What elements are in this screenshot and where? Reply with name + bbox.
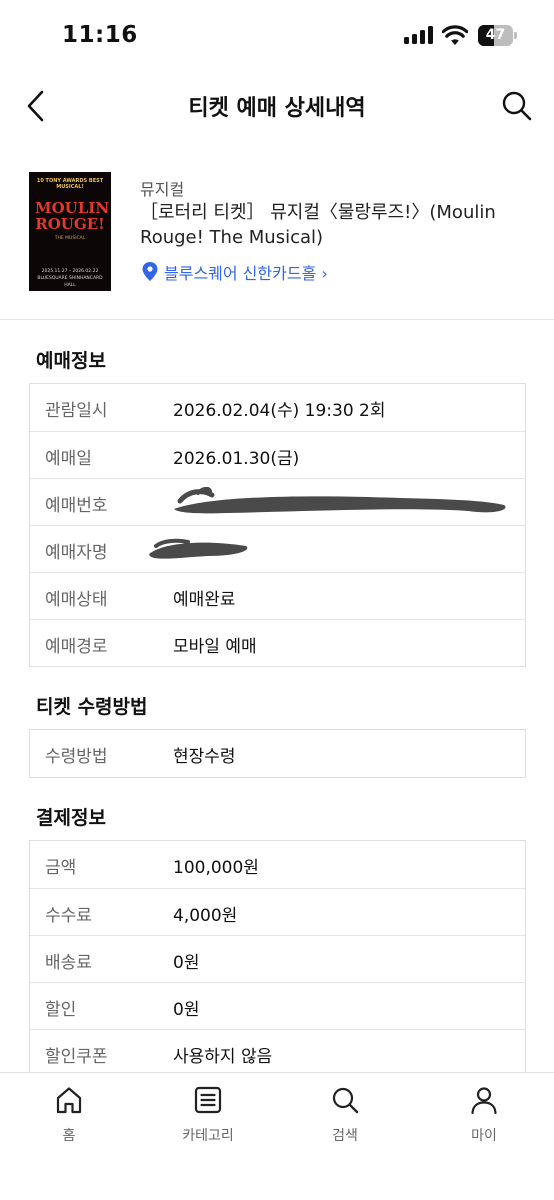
page-title: 티켓 예매 상세내역 — [188, 96, 366, 121]
row-value: 4,000원 — [173, 906, 238, 926]
table-row: 할인쿠폰 사용하지 않음 — [30, 1029, 525, 1076]
table-row: 배송료 0원 — [30, 935, 525, 982]
table-row: 수수료 4,000원 — [30, 888, 525, 935]
table-row: 예매상태 예매완료 — [30, 572, 525, 619]
row-value: 모바일 예매 — [173, 637, 257, 657]
table-row: 수령방법 현장수령 — [30, 730, 525, 777]
person-icon — [471, 1087, 497, 1115]
row-label: 금액 — [45, 858, 77, 878]
poster-logo: MOULIN ROUGE! — [35, 199, 110, 233]
poster-subtitle: THE MUSICAL — [54, 236, 86, 241]
table-row: 금액 100,000원 — [30, 841, 525, 888]
search-icon — [332, 1087, 359, 1114]
row-value: 100,000원 — [173, 858, 259, 878]
product-summary: 10 TONY AWARDS BEST MUSICAL! MOULIN ROUG… — [0, 162, 554, 320]
row-value: 2026.02.04(수) 19:30 2회 — [173, 401, 386, 421]
nav-item-search[interactable]: 검색 — [300, 1085, 390, 1155]
row-label: 관람일시 — [45, 401, 108, 421]
redaction-scribble — [174, 487, 506, 514]
status-bar: 11:16 47 — [0, 0, 554, 72]
row-label: 예매일 — [45, 449, 92, 469]
cellular-signal-icon — [404, 26, 434, 44]
booking-info-title: 예매정보 — [36, 350, 106, 372]
battery-percent: 47 — [485, 27, 506, 43]
row-label: 예매상태 — [45, 590, 108, 610]
category-list-icon — [194, 1086, 222, 1114]
row-value: 0원 — [173, 1000, 200, 1020]
row-label: 할인 — [45, 1000, 77, 1020]
pickup-method-table: 수령방법 현장수령 — [29, 729, 526, 778]
row-value: 현장수령 — [173, 747, 236, 767]
table-row: 예매경로 모바일 예매 — [30, 619, 525, 666]
table-row: 할인 0원 — [30, 982, 525, 1029]
table-row: 예매번호 — [30, 478, 525, 525]
poster-bottom-text: 2025.11.27 – 2026.02.22 BLUESQUARE SHINH… — [37, 269, 103, 288]
location-pin-icon — [142, 262, 158, 281]
table-row: 관람일시 2026.02.04(수) 19:30 2회 — [30, 384, 525, 431]
row-label: 할인쿠폰 — [45, 1047, 108, 1067]
wifi-icon — [442, 25, 468, 45]
row-label: 예매경로 — [45, 637, 108, 657]
home-icon — [56, 1087, 82, 1114]
nav-item-category[interactable]: 카테고리 — [163, 1085, 253, 1155]
product-genre: 뮤지컬 — [140, 180, 185, 199]
nav-label: 카테고리 — [182, 1128, 234, 1144]
status-time: 11:16 — [62, 22, 138, 48]
search-button[interactable] — [500, 89, 534, 123]
row-value: 사용하지 않음 — [173, 1047, 273, 1067]
row-value: 2026.01.30(금) — [173, 449, 300, 469]
product-title: ［로터리 티켓］ 뮤지컬〈물랑루즈!〉(Moulin Rouge! The Mu… — [140, 202, 496, 248]
row-label: 수수료 — [45, 906, 92, 926]
battery-icon: 47 — [478, 25, 517, 46]
nav-item-home[interactable]: 홈 — [24, 1085, 114, 1155]
booking-info-table: 관람일시 2026.02.04(수) 19:30 2회 예매일 2026.01.… — [29, 383, 526, 667]
nav-item-my[interactable]: 마이 — [439, 1085, 529, 1155]
search-icon — [502, 91, 532, 121]
row-label: 수령방법 — [45, 747, 108, 767]
row-label: 배송료 — [45, 953, 92, 973]
app-header: 티켓 예매 상세내역 — [0, 72, 554, 138]
row-value: 예매완료 — [173, 590, 236, 610]
row-label: 예매자명 — [45, 543, 108, 563]
table-row: 예매자명 — [30, 525, 525, 572]
pickup-method-title: 티켓 수령방법 — [36, 696, 148, 718]
row-label: 예매번호 — [45, 496, 108, 516]
poster-image[interactable]: 10 TONY AWARDS BEST MUSICAL! MOULIN ROUG… — [29, 172, 111, 291]
payment-info-title: 결제정보 — [36, 807, 106, 829]
nav-label: 검색 — [332, 1128, 358, 1144]
payment-info-table: 금액 100,000원 수수료 4,000원 배송료 0원 할인 0원 할인쿠폰… — [29, 840, 526, 1077]
row-value: 0원 — [173, 953, 200, 973]
poster-top-text: 10 TONY AWARDS BEST MUSICAL! — [36, 178, 104, 190]
redaction-scribble — [149, 538, 248, 559]
nav-label: 마이 — [471, 1128, 497, 1144]
bottom-navigation: 홈 카테고리 검색 마이 — [0, 1072, 554, 1200]
venue-name: 블루스퀘어 신한카드홀 › — [164, 264, 328, 283]
table-row: 예매일 2026.01.30(금) — [30, 431, 525, 478]
nav-label: 홈 — [62, 1128, 76, 1144]
